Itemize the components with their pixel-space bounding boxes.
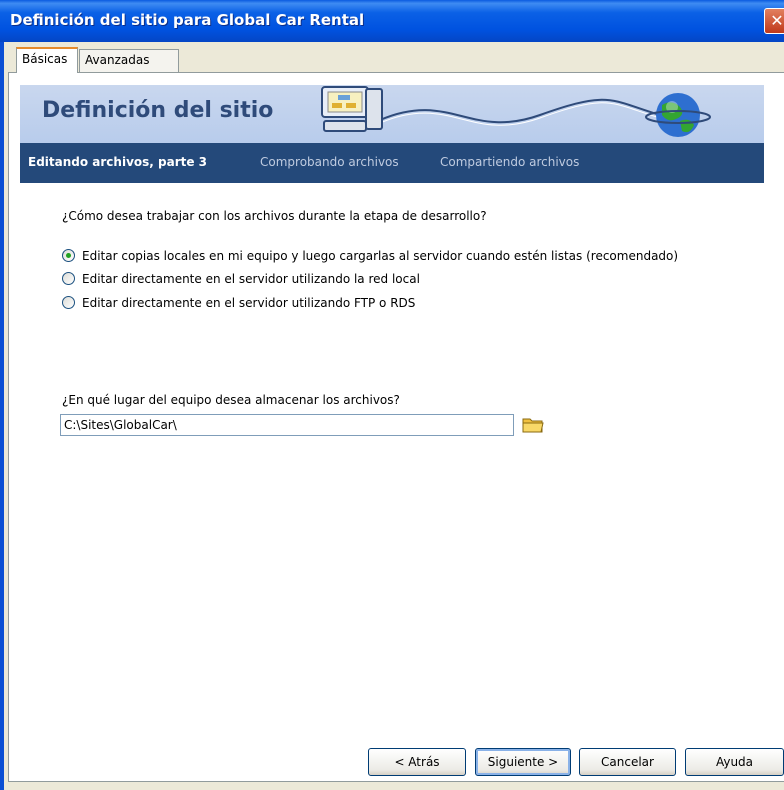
location-input[interactable]	[60, 414, 514, 436]
step-comprobando: Comprobando archivos	[260, 155, 399, 169]
dialog-window: Definición del sitio para Global Car Ren…	[0, 0, 784, 790]
radio-button[interactable]	[62, 296, 75, 309]
option-label[interactable]: Editar copias locales en mi equipo y lue…	[82, 248, 678, 264]
help-button[interactable]: Ayuda	[685, 748, 784, 776]
tab-avanzadas[interactable]: Avanzadas	[79, 49, 179, 72]
folder-icon[interactable]	[522, 416, 544, 434]
radio-button[interactable]	[62, 272, 75, 285]
step-compartiendo: Compartiendo archivos	[440, 155, 580, 169]
steps-bar: Editando archivos, parte 3 Comprobando a…	[20, 143, 764, 183]
close-icon: ✕	[770, 11, 784, 30]
tab-basicas[interactable]: Básicas	[16, 47, 78, 73]
close-button[interactable]: ✕	[764, 8, 784, 34]
banner-title: Definición del sitio	[42, 98, 274, 123]
option-label[interactable]: Editar directamente en el servidor utili…	[82, 271, 420, 287]
globe-icon	[645, 93, 711, 137]
banner-graphic	[321, 86, 711, 137]
step-current: Editando archivos, parte 3	[28, 155, 208, 169]
radio-button[interactable]	[62, 249, 75, 262]
cancel-button[interactable]: Cancelar	[579, 748, 676, 776]
location-question: ¿En qué lugar del equipo desea almacenar…	[62, 393, 400, 407]
window-title: Definición del sitio para Global Car Ren…	[10, 11, 365, 29]
window-border	[0, 42, 4, 790]
next-button[interactable]: Siguiente >	[475, 748, 571, 776]
back-button[interactable]: < Atrás	[368, 748, 466, 776]
option-label[interactable]: Editar directamente en el servidor utili…	[82, 295, 415, 311]
wizard-banner: Definición del sitio	[20, 85, 764, 143]
work-question: ¿Cómo desea trabajar con los archivos du…	[62, 209, 487, 223]
computer-icon	[321, 86, 383, 132]
title-bar[interactable]: Definición del sitio para Global Car Ren…	[0, 0, 784, 42]
